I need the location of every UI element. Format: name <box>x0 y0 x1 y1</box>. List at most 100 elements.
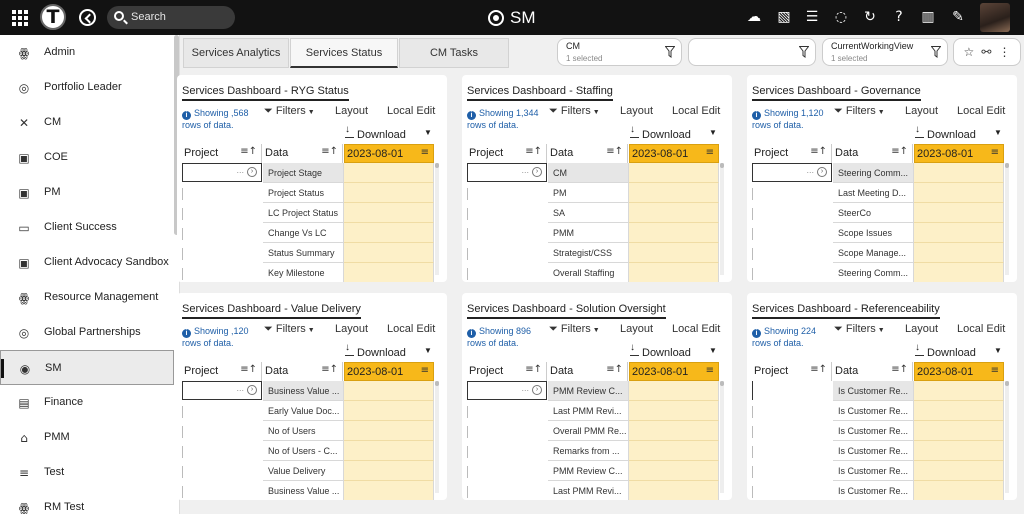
share-icon[interactable]: ⚯ <box>981 45 991 59</box>
download-button[interactable]: Download <box>345 124 406 141</box>
column-header-project[interactable]: Project ≡↑ <box>182 144 262 163</box>
filters-button[interactable]: ⏷ Filters ▼ <box>549 323 600 336</box>
sort-filter-icon[interactable]: ≡↑ <box>891 364 908 375</box>
view-filter[interactable]: CurrentWorkingView 1 selected <box>822 38 948 66</box>
sort-filter-icon[interactable]: ≡↑ <box>525 146 542 157</box>
sidebar-item-coe[interactable]: ▣ COE <box>0 140 174 175</box>
table-icon[interactable]: ☰ <box>804 9 820 25</box>
data-cell[interactable]: PMM Review C... <box>548 381 629 401</box>
data-cell[interactable]: Project Status <box>263 183 344 203</box>
star-icon[interactable]: ☆ <box>964 45 975 59</box>
value-cell[interactable] <box>344 441 434 461</box>
sort-filter-icon[interactable]: ≡↑ <box>321 364 338 375</box>
value-cell[interactable] <box>629 421 719 441</box>
data-cell[interactable]: Is Customer Re... <box>833 441 914 461</box>
value-cell[interactable] <box>629 223 719 243</box>
local-edit-button[interactable]: Local Edit <box>387 105 435 117</box>
value-cell[interactable] <box>344 223 434 243</box>
value-cell[interactable] <box>629 203 719 223</box>
filters-button[interactable]: ⏷ Filters ▼ <box>834 105 885 118</box>
download-options-caret[interactable]: ▼ <box>709 128 717 137</box>
local-edit-button[interactable]: Local Edit <box>672 105 720 117</box>
column-header-project[interactable]: Project ≡↑ <box>467 144 547 163</box>
local-edit-button[interactable]: Local Edit <box>672 323 720 335</box>
value-cell[interactable] <box>629 461 719 481</box>
column-header-project[interactable]: Project ≡↑ <box>182 362 262 381</box>
data-cell[interactable]: Overall PMM Re... <box>548 421 629 441</box>
layout-button[interactable]: Layout <box>335 105 368 117</box>
data-cell[interactable]: Business Value ... <box>263 481 344 500</box>
sort-filter-icon[interactable]: ≡↑ <box>606 146 623 157</box>
value-cell[interactable] <box>629 163 719 183</box>
value-cell[interactable] <box>914 481 1004 500</box>
data-cell[interactable]: PMM Review C... <box>548 461 629 481</box>
filter-lines-icon[interactable]: ≡ <box>991 365 999 376</box>
book-icon[interactable]: ▥ <box>920 9 936 25</box>
data-cell[interactable]: Is Customer Re... <box>833 421 914 441</box>
data-cell[interactable]: Last PMM Revi... <box>548 481 629 500</box>
column-header-data[interactable]: Data ≡↑ <box>548 144 628 163</box>
value-cell[interactable] <box>914 381 1004 401</box>
download-options-caret[interactable]: ▼ <box>994 128 1002 137</box>
grid-scrollbar[interactable] <box>1005 381 1009 493</box>
data-cell[interactable]: LC Project Status <box>263 203 344 223</box>
sort-filter-icon[interactable]: ≡↑ <box>240 146 257 157</box>
value-cell[interactable] <box>344 183 434 203</box>
tab-cm-tasks[interactable]: CM Tasks <box>399 38 509 68</box>
value-cell[interactable] <box>629 243 719 263</box>
value-cell[interactable] <box>344 401 434 421</box>
sidebar-item-portfolio-leader[interactable]: ◎ Portfolio Leader <box>0 70 174 105</box>
sidebar-item-sm[interactable]: ◉ SM <box>0 350 174 385</box>
data-cell[interactable]: PM <box>548 183 629 203</box>
grid-scrollbar[interactable] <box>1005 163 1009 275</box>
data-cell[interactable]: No of Users <box>263 421 344 441</box>
local-edit-button[interactable]: Local Edit <box>387 323 435 335</box>
sidebar-item-client-advocacy-sandbox[interactable]: ▣ Client Advocacy Sandbox <box>0 245 174 280</box>
data-cell[interactable]: CM <box>548 163 629 183</box>
layout-button[interactable]: Layout <box>905 105 938 117</box>
data-cell[interactable]: Is Customer Re... <box>833 461 914 481</box>
data-cell[interactable]: No of Users - C... <box>263 441 344 461</box>
value-cell[interactable] <box>344 263 434 282</box>
tenant-logo[interactable]: T <box>40 4 66 30</box>
search-clear-icon[interactable]: › <box>532 385 542 395</box>
sort-filter-icon[interactable]: ≡↑ <box>810 364 827 375</box>
project-search-input[interactable]: ... › <box>182 163 262 182</box>
project-search-input[interactable]: ... › <box>467 381 547 400</box>
sidebar-item-pm[interactable]: ▣ PM <box>0 175 174 210</box>
sort-filter-icon[interactable]: ≡↑ <box>810 146 827 157</box>
value-cell[interactable] <box>344 421 434 441</box>
grid-scrollbar[interactable] <box>435 163 439 275</box>
search-bar[interactable]: Search <box>107 6 235 29</box>
sidebar-item-finance[interactable]: ▤ Finance <box>0 385 174 420</box>
filter-lines-icon[interactable]: ≡ <box>421 365 429 376</box>
layout-button[interactable]: Layout <box>335 323 368 335</box>
value-cell[interactable] <box>629 381 719 401</box>
avatar[interactable] <box>980 3 1010 32</box>
data-cell[interactable]: Strategist/CSS <box>548 243 629 263</box>
blank-filter[interactable] <box>688 38 816 66</box>
download-button[interactable]: Download <box>630 124 691 141</box>
local-edit-button[interactable]: Local Edit <box>957 105 1005 117</box>
column-header-date[interactable]: 2023-08-01 ≡ <box>344 144 434 163</box>
filter-lines-icon[interactable]: ≡ <box>421 147 429 158</box>
data-cell[interactable]: Change Vs LC <box>263 223 344 243</box>
data-cell[interactable]: Steering Comm... <box>833 163 914 183</box>
filter-lines-icon[interactable]: ≡ <box>706 147 714 158</box>
more-vertical-icon[interactable]: ⋮ <box>998 45 1010 59</box>
data-cell[interactable]: Business Value ... <box>263 381 344 401</box>
column-header-project[interactable]: Project ≡↑ <box>467 362 547 381</box>
sidebar-item-global-partnerships[interactable]: ◎ Global Partnerships <box>0 315 174 350</box>
data-cell[interactable]: Steering Comm... <box>833 263 914 282</box>
sidebar-item-cm[interactable]: ✕ CM <box>0 105 174 140</box>
filters-button[interactable]: ⏷ Filters ▼ <box>549 105 600 118</box>
column-header-date[interactable]: 2023-08-01 ≡ <box>629 362 719 381</box>
sort-filter-icon[interactable]: ≡↑ <box>240 364 257 375</box>
download-button[interactable]: Download <box>630 342 691 359</box>
refresh-icon[interactable]: ↻ <box>862 9 878 25</box>
local-edit-button[interactable]: Local Edit <box>957 323 1005 335</box>
layout-button[interactable]: Layout <box>620 323 653 335</box>
value-cell[interactable] <box>344 381 434 401</box>
search-clear-icon[interactable]: › <box>247 167 257 177</box>
tab-services-status[interactable]: Services Status <box>290 38 398 68</box>
